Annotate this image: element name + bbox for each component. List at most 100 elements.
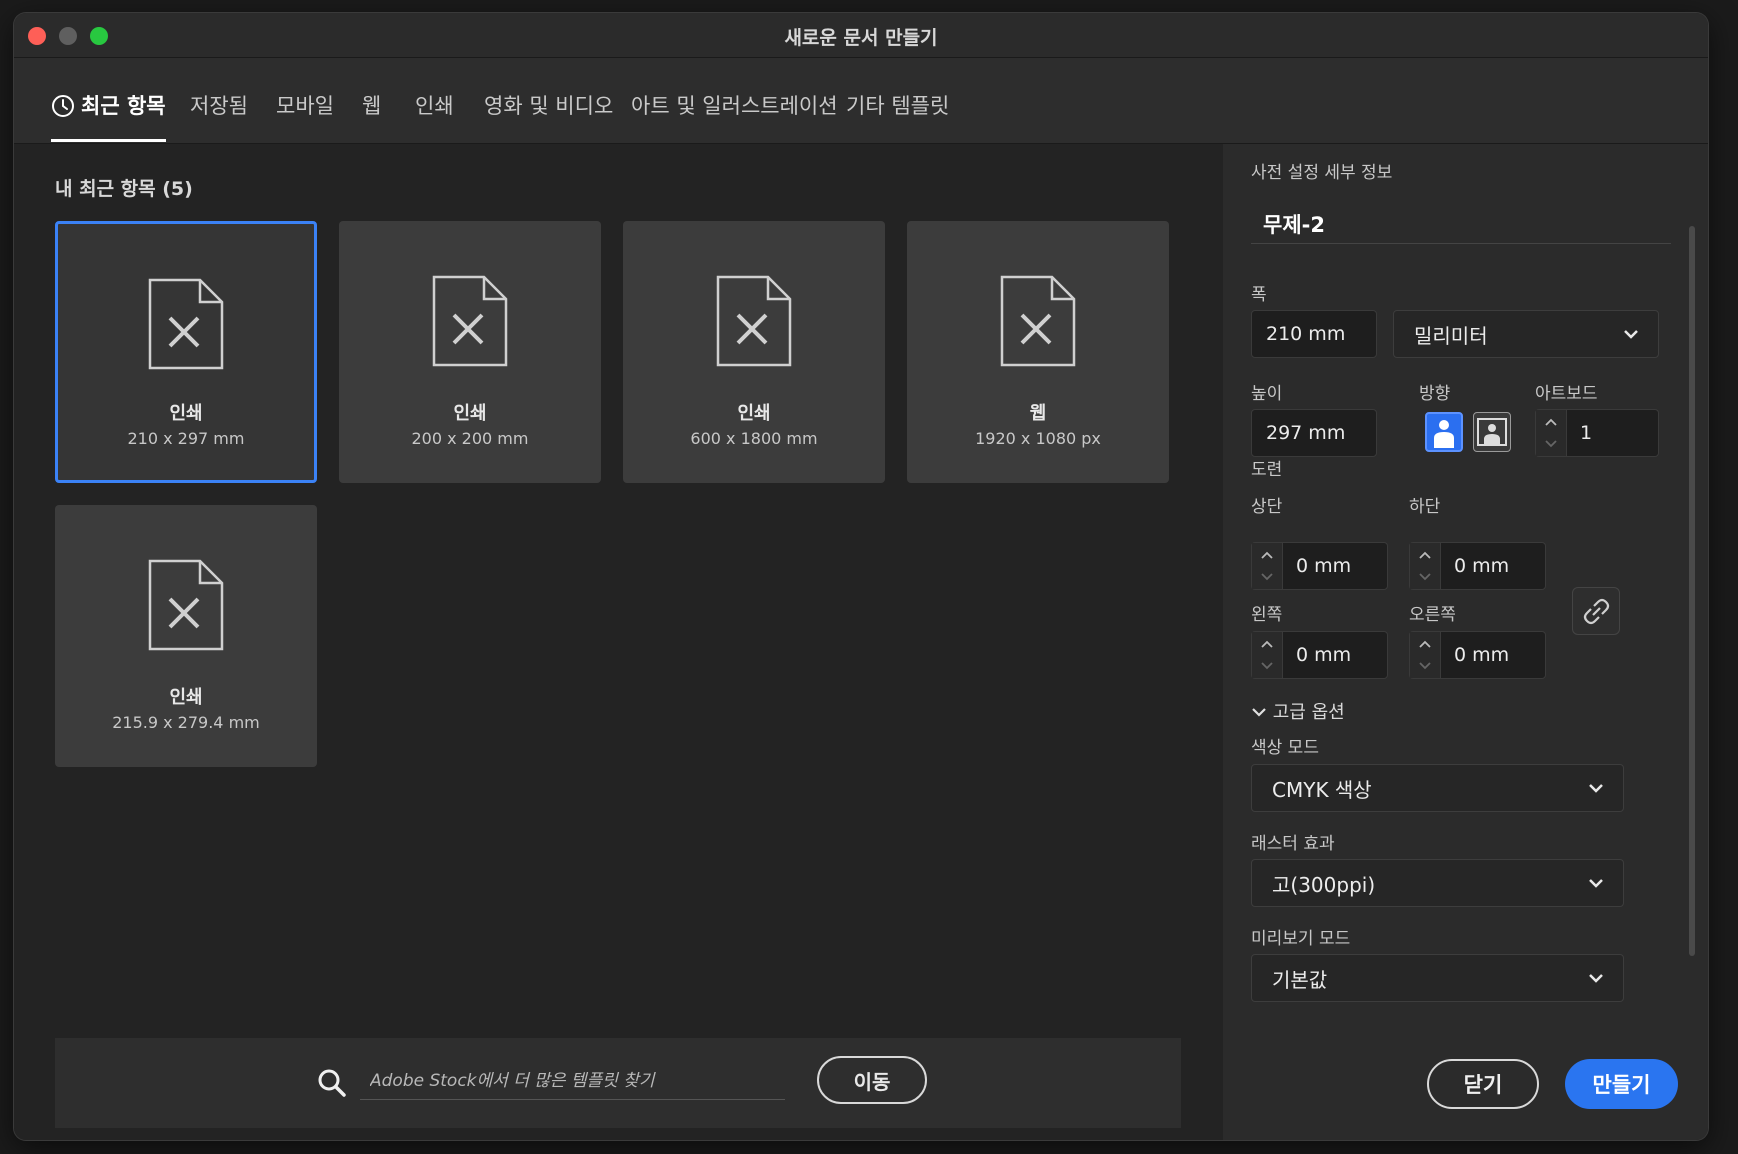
item-size: 1920 x 1080 px [975,429,1101,448]
panel-scrollbar[interactable] [1688,214,1696,1044]
print-document-icon [148,559,224,651]
stock-search-bar: 이동 [55,1038,1181,1128]
width-input[interactable]: 210 mm [1251,310,1377,358]
bleed-label: 도련 [1251,460,1283,480]
chevron-up-icon[interactable] [1261,640,1273,648]
web-document-icon [1000,275,1076,367]
tab-recent[interactable]: 최근 항목 [51,90,166,142]
close-button[interactable]: 닫기 [1427,1059,1539,1109]
recent-title: 내 최근 항목 (5) [55,178,193,200]
print-document-icon [432,275,508,367]
chevron-down-icon[interactable] [1261,573,1273,581]
recent-panel: 내 최근 항목 (5) 인쇄 210 x 297 mm 인쇄 200 x 200… [14,144,1222,1140]
chevron-down-icon [1589,784,1603,793]
chevron-down-icon [1624,330,1638,339]
title-bar: 새로운 문서 만들기 [14,13,1708,58]
item-size: 210 x 297 mm [127,429,245,448]
chevron-up-icon[interactable] [1261,551,1273,559]
chevron-up-icon[interactable] [1419,551,1431,559]
tab-art-illustration[interactable]: 아트 및 일러스트레이션 [631,90,838,142]
bleed-bottom-value: 0 mm [1454,555,1510,577]
color-mode-select[interactable]: CMYK 색상 [1251,764,1624,812]
raster-effects-value: 고(300ppi) [1272,872,1376,897]
link-bleed-button[interactable] [1572,587,1620,635]
chevron-down-icon[interactable] [1419,662,1431,670]
portrait-icon [1434,420,1454,448]
bleed-right-stepper[interactable] [1410,632,1441,678]
bleed-left-field[interactable]: 0 mm [1251,631,1388,679]
tab-web[interactable]: 웹 [362,90,381,142]
item-size: 215.9 x 279.4 mm [112,713,260,732]
item-category: 웹 [1029,403,1047,424]
preset-header: 사전 설정 세부 정보 [1251,163,1393,183]
bleed-top-stepper[interactable] [1252,543,1283,589]
color-mode-label: 색상 모드 [1251,738,1319,758]
item-category: 인쇄 [169,687,203,708]
portrait-orientation-button[interactable] [1425,412,1463,452]
chevron-down-icon [1252,708,1266,717]
bleed-right-label: 오른쪽 [1409,605,1456,625]
print-document-icon [148,278,224,370]
document-name-field[interactable]: 무제-2 [1251,204,1671,244]
preview-mode-label: 미리보기 모드 [1251,929,1351,949]
bleed-bottom-field[interactable]: 0 mm [1409,542,1546,590]
raster-effects-select[interactable]: 고(300ppi) [1251,859,1624,907]
recent-item[interactable]: 인쇄 600 x 1800 mm [623,221,885,483]
artboard-count: 1 [1580,422,1593,444]
landscape-orientation-button[interactable] [1473,412,1511,452]
item-category: 인쇄 [453,403,487,424]
recent-item[interactable]: 인쇄 215.9 x 279.4 mm [55,505,317,767]
bleed-bottom-stepper[interactable] [1410,543,1441,589]
item-size: 600 x 1800 mm [690,429,818,448]
tab-other-templates[interactable]: 기타 템플릿 [846,90,949,142]
chevron-up-icon[interactable] [1419,640,1431,648]
search-icon [317,1068,347,1102]
chevron-down-icon[interactable] [1419,573,1431,581]
chevron-down-icon [1589,879,1603,888]
advanced-options-label: 고급 옵션 [1272,702,1345,723]
recent-item[interactable]: 웹 1920 x 1080 px [907,221,1169,483]
recent-item[interactable]: 인쇄 210 x 297 mm [55,221,317,483]
preview-mode-value: 기본값 [1272,967,1328,992]
bleed-bottom-label: 하단 [1409,497,1441,517]
bleed-top-value: 0 mm [1296,555,1352,577]
orientation-label: 방향 [1419,384,1451,404]
scroll-thumb[interactable] [1689,226,1695,956]
chevron-down-icon[interactable] [1545,440,1557,448]
chevron-down-icon[interactable] [1261,662,1273,670]
unit-select[interactable]: 밀리미터 [1393,310,1659,358]
bleed-left-value: 0 mm [1296,644,1352,666]
go-button[interactable]: 이동 [817,1056,927,1104]
tab-saved[interactable]: 저장됨 [190,90,248,142]
stock-search-input[interactable] [360,1062,785,1100]
artboard-count-field[interactable]: 1 [1535,409,1659,457]
window-title: 새로운 문서 만들기 [784,27,938,49]
preview-mode-select[interactable]: 기본값 [1251,954,1624,1002]
create-button[interactable]: 만들기 [1565,1059,1678,1109]
bleed-left-stepper[interactable] [1252,632,1283,678]
raster-effects-label: 래스터 효과 [1251,834,1335,854]
color-mode-value: CMYK 색상 [1272,777,1372,802]
unit-value: 밀리미터 [1414,323,1488,348]
chevron-up-icon[interactable] [1545,418,1557,426]
artboard-stepper[interactable] [1536,410,1567,456]
advanced-options-toggle[interactable]: 고급 옵션 [1251,698,1345,724]
item-category: 인쇄 [169,403,203,424]
bleed-left-label: 왼쪽 [1251,605,1283,625]
tab-film-video[interactable]: 영화 및 비디오 [484,90,613,142]
bleed-top-field[interactable]: 0 mm [1251,542,1388,590]
tab-mobile[interactable]: 모바일 [276,90,334,142]
height-input[interactable]: 297 mm [1251,409,1377,457]
bleed-right-value: 0 mm [1454,644,1510,666]
width-label: 폭 [1251,285,1267,305]
height-label: 높이 [1251,384,1283,404]
tab-label: 최근 항목 [81,94,166,118]
item-size: 200 x 200 mm [411,429,529,448]
item-category: 인쇄 [737,403,771,424]
recent-item[interactable]: 인쇄 200 x 200 mm [339,221,601,483]
preset-details-panel: 사전 설정 세부 정보 무제-2 폭 210 mm 밀리미터 높이 방향 아트보… [1223,144,1708,1140]
tab-print[interactable]: 인쇄 [415,90,454,142]
bleed-right-field[interactable]: 0 mm [1409,631,1546,679]
category-tabs: 최근 항목 저장됨 모바일 웹 인쇄 영화 및 비디오 아트 및 일러스트레이션… [14,58,1708,144]
bleed-top-label: 상단 [1251,497,1283,517]
